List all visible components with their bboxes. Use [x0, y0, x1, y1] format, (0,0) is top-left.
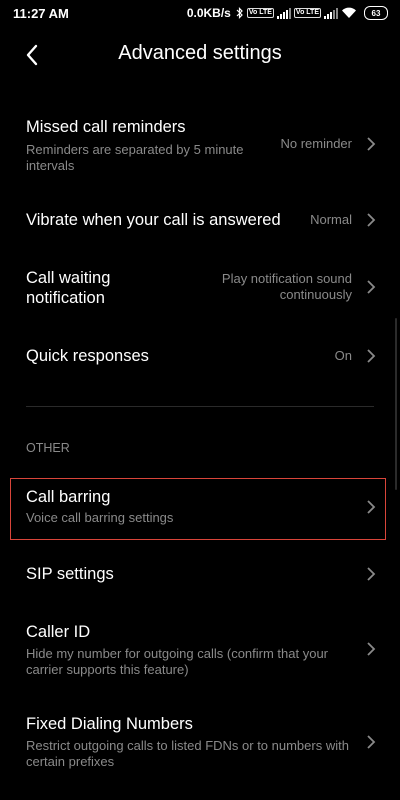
setting-call-waiting-notification[interactable]: Call waiting notification Play notificat…	[0, 260, 400, 320]
setting-quick-responses[interactable]: Quick responses On	[0, 330, 400, 380]
chevron-right-icon	[367, 349, 376, 363]
chevron-right-icon	[367, 137, 376, 151]
setting-title: Missed call reminders	[26, 118, 186, 136]
setting-value: No reminder	[280, 136, 352, 151]
setting-sip-settings[interactable]: SIP settings	[0, 550, 400, 596]
volte-badge-2: Vo LTE	[293, 8, 321, 18]
setting-subtitle: Restrict outgoing calls to listed FDNs o…	[26, 738, 349, 769]
setting-title: Quick responses	[26, 347, 149, 365]
scrollbar[interactable]	[395, 318, 397, 490]
status-icons: 0.0KB/s Vo LTE Vo LTE 63	[187, 4, 388, 22]
volte-badge: Vo LTE	[246, 8, 274, 18]
status-bar: 11:27 AM 0.0KB/s Vo LTE Vo LTE 63	[0, 0, 400, 26]
setting-title: Caller ID	[26, 623, 91, 641]
setting-missed-call-reminders[interactable]: Missed call reminders Reminders are sepa…	[0, 112, 400, 182]
setting-title: Fixed Dialing Numbers	[26, 715, 193, 733]
chevron-right-icon	[367, 642, 376, 656]
bluetooth-icon	[236, 7, 244, 19]
status-time: 11:27 AM	[13, 6, 69, 21]
battery-icon: 63	[364, 6, 388, 20]
setting-fixed-dialing-numbers[interactable]: Fixed Dialing Numbers Restrict outgoing …	[0, 700, 400, 778]
setting-vibrate-on-answer[interactable]: Vibrate when your call is answered Norma…	[0, 196, 400, 246]
highlight-box	[10, 478, 386, 540]
app-header: Advanced settings	[0, 26, 400, 84]
signal-icon-2	[324, 7, 338, 19]
setting-title: Call waiting notification	[26, 269, 111, 307]
page-title: Advanced settings	[118, 42, 282, 64]
chevron-right-icon	[367, 567, 376, 581]
setting-title: SIP settings	[26, 565, 114, 583]
wifi-icon	[341, 7, 357, 19]
chevron-right-icon	[367, 735, 376, 749]
setting-value: Normal	[310, 212, 352, 227]
network-speed: 0.0KB/s	[186, 6, 231, 20]
section-header-other: OTHER	[26, 441, 70, 455]
setting-value: On	[334, 348, 352, 363]
setting-title: Vibrate when your call is answered	[26, 211, 281, 229]
setting-subtitle: Reminders are separated by 5 minute inte…	[26, 142, 244, 173]
setting-value: Play notification sound continuously	[221, 271, 352, 302]
chevron-right-icon	[367, 280, 376, 294]
setting-caller-id[interactable]: Caller ID Hide my number for outgoing ca…	[0, 612, 400, 682]
chevron-right-icon	[367, 213, 376, 227]
section-divider	[26, 406, 374, 407]
setting-subtitle: Hide my number for outgoing calls (confi…	[26, 646, 329, 677]
signal-icon	[276, 7, 291, 19]
